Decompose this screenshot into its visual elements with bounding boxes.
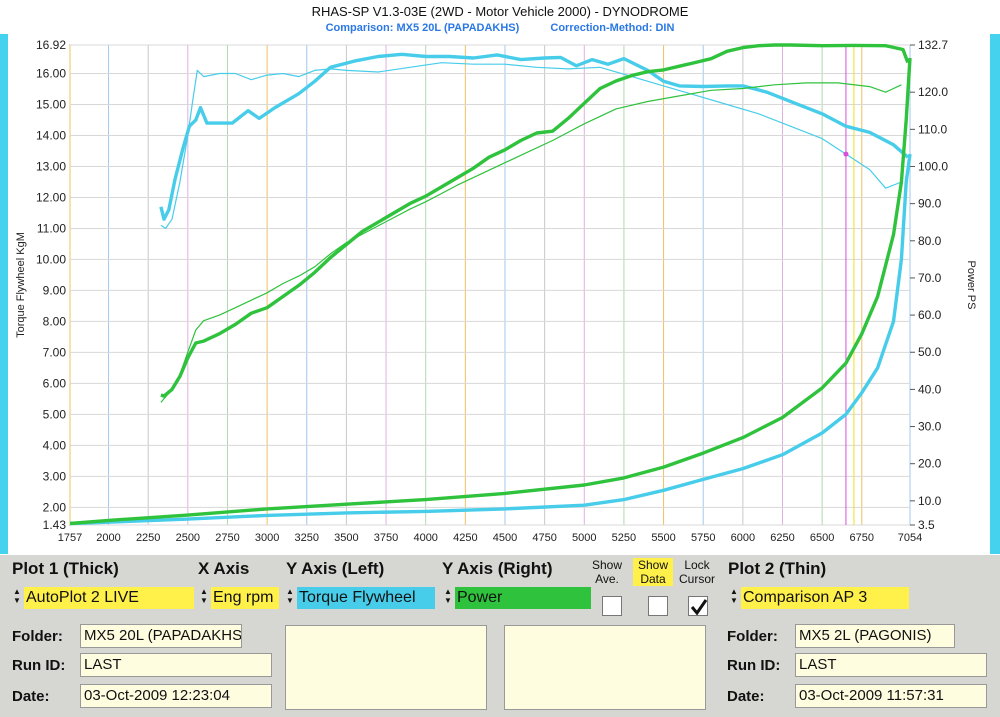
y2-axis-title: Power PS [965,261,977,310]
y2-tick-label: 10.0 [918,494,942,508]
y-tick-label: 11.00 [37,221,66,235]
y-tick-label: 3.00 [43,469,67,483]
y-left-header: Y Axis (Left) [286,559,385,578]
x-tick-label: 6750 [850,532,874,544]
x-tick-label: 7054 [898,532,922,544]
notes-box-left[interactable] [285,625,487,710]
notes-box-right[interactable] [504,625,706,710]
y-tick-label: 2.00 [43,500,67,514]
plot2-select[interactable]: Comparison AP 3 [741,587,909,609]
y-tick-label: 14.00 [36,128,66,142]
y-tick-label: 5.00 [43,407,67,421]
show-ave-label: Show Ave. [591,558,623,586]
y-tick-label: 12.00 [36,190,66,204]
left-date-field[interactable]: 03-Oct-2009 12:23:04 [80,684,272,708]
y2-tick-label: 50.0 [918,345,942,359]
dyno-chart[interactable]: 1757 2000 2250 2500 2750 3000 3250 3500 3750 4000… [0,34,1000,555]
x-tick-label: 6000 [731,532,755,544]
show-data-label: Show Data [633,558,673,586]
y2-tick-label: 120.0 [918,85,948,99]
y-tick-label: 10.00 [36,252,66,266]
x-tick-label: 4000 [413,532,437,544]
y-tick-label: 16.92 [36,38,66,52]
x-tick-label: 2750 [215,532,239,544]
control-panel: Plot 1 (Thick) X Axis Y Axis (Left) Y Ax… [0,555,1000,717]
y-right-select[interactable]: Power [455,587,591,609]
left-run-label: Run ID: [12,657,66,674]
right-date-label: Date: [727,688,765,705]
y2-tick-label: 110.0 [918,122,947,136]
show-data-checkbox[interactable] [648,596,668,616]
y2-tick-label: 70.0 [918,271,942,285]
x-axis-header: X Axis [198,559,250,578]
right-folder-field[interactable]: MX5 2L (PAGONIS) [795,624,955,648]
plot1-spinner-icon[interactable]: ▲ ▼ [13,587,21,609]
y2-tick-label: 80.0 [918,234,942,248]
comparison-label: Comparison: MX5 20L (PAPADAKHS) [325,22,520,34]
plot2-header: Plot 2 (Thin) [728,559,827,578]
y-tick-label: 7.00 [43,345,67,359]
right-run-field[interactable]: LAST [795,653,987,677]
y2-tick-label: 90.0 [918,197,942,211]
lock-cursor-label: Lock Cursor [678,558,715,586]
x-tick-label: 5250 [612,532,636,544]
y2-tick-label: 100.0 [918,159,948,173]
y-axis-title: Torque Flywheel KgM [15,232,27,338]
window-title: RHAS-SP V1.3-03E (2WD - Motor Vehicle 20… [311,4,689,19]
y-tick-label: 6.00 [43,376,67,390]
plot1-select[interactable]: AutoPlot 2 LIVE [24,587,194,609]
y-tick-label: 1.43 [43,518,67,532]
y-tick-label: 13.00 [36,159,66,173]
left-folder-field[interactable]: MX5 20L (PAPADAKHS) [80,624,242,648]
y2-tick-label: 132.7 [918,38,948,52]
y2-tick-label: 40.0 [918,382,942,396]
x-tick-label: 1757 [58,532,82,544]
y2-tick-label: 60.0 [918,308,942,322]
x-tick-label: 2250 [136,532,160,544]
y-left-select[interactable]: Torque Flywheel [297,587,435,609]
cursor-point [843,151,849,157]
plot1-header: Plot 1 (Thick) [12,559,119,578]
y-tick-label: 16.00 [36,67,66,81]
y-tick-label: 8.00 [43,314,67,328]
right-run-label: Run ID: [727,657,781,674]
x-tick-label: 5000 [572,532,596,544]
x-tick-label: 3750 [374,532,398,544]
x-tick-label: 6500 [810,532,834,544]
y2-tick-label: 20.0 [918,457,942,471]
x-tick-label: 3000 [255,532,279,544]
x-tick-label: 4500 [493,532,517,544]
y-left-spinner-icon[interactable]: ▲ ▼ [286,587,294,609]
left-run-field[interactable]: LAST [80,653,272,677]
x-tick-label: 5750 [691,532,715,544]
left-date-label: Date: [12,688,50,705]
y2-tick-label: 3.5 [918,518,935,532]
x-axis-select[interactable]: Eng rpm [211,587,279,609]
y2-tick-label: 30.0 [918,420,942,434]
x-tick-label: 3250 [295,532,319,544]
lock-cursor-checkbox[interactable] [688,596,708,616]
plot2-spinner-icon[interactable]: ▲ ▼ [730,587,738,609]
show-ave-checkbox[interactable] [602,596,622,616]
left-folder-label: Folder: [12,628,63,645]
checkmark-icon [690,599,708,616]
y-right-spinner-icon[interactable]: ▲ ▼ [444,587,452,609]
correction-method-label: Correction-Method: DIN [550,22,675,34]
right-date-field[interactable]: 03-Oct-2009 11:57:31 [795,684,987,708]
x-tick-label: 2500 [176,532,200,544]
x-tick-label: 4750 [532,532,556,544]
y-right-header: Y Axis (Right) [442,559,553,578]
y-tick-label: 4.00 [43,438,67,452]
y-tick-label: 9.00 [43,283,67,297]
chart-subtitle: Comparison: MX5 20L (PAPADAKHS) Correcti… [0,22,1000,34]
right-folder-label: Folder: [727,628,778,645]
x-tick-label: 5500 [651,532,675,544]
x-tick-label: 3500 [334,532,358,544]
x-tick-label: 6250 [770,532,794,544]
x-tick-label: 2000 [96,532,120,544]
x-tick-label: 4250 [453,532,477,544]
y-tick-label: 15.00 [36,97,66,111]
x-axis-spinner-icon[interactable]: ▲ ▼ [200,587,208,609]
